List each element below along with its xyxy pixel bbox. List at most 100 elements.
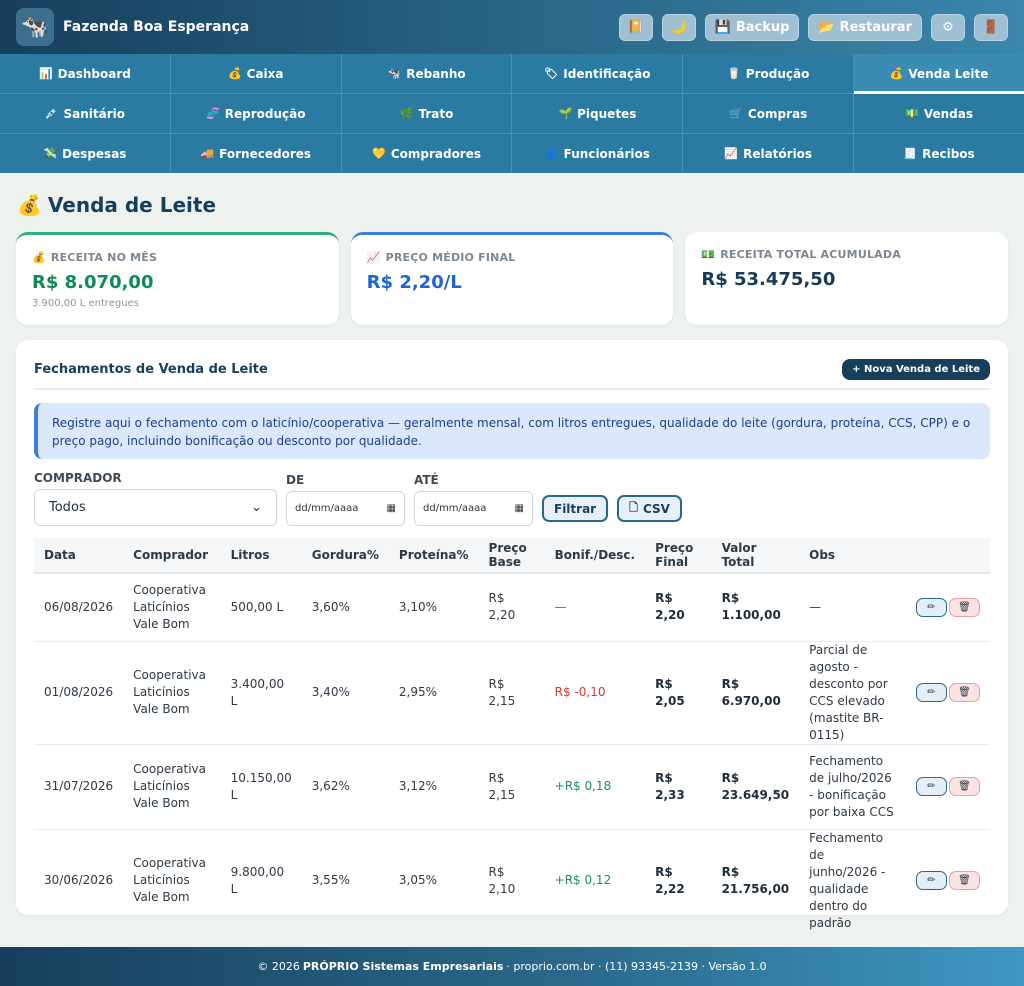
cell-buyer: Cooperativa Laticínios Vale Bom <box>133 668 207 716</box>
notebook-button[interactable]: 📔 <box>618 13 653 41</box>
date-from-filter: DE dd/mm/aaaa ▦ <box>286 473 405 526</box>
cell-bonus: — <box>554 599 567 614</box>
nav-label: Relatórios <box>743 146 813 161</box>
nav-item-despesas[interactable]: 💸 Despesas <box>0 134 171 173</box>
tag-icon: 🏷 <box>544 67 559 80</box>
nav-item-recibos[interactable]: 🧾 Recibos <box>854 134 1024 173</box>
nav-label: Sanitário <box>63 106 126 121</box>
calendar-icon[interactable]: ▦ <box>515 503 524 514</box>
nav-item-caixa[interactable]: 💰 Caixa <box>171 54 342 93</box>
edit-button[interactable]: ✏ <box>915 871 947 890</box>
cell-fat: 3,62% <box>311 779 350 793</box>
nav-item-compradores[interactable]: 💛 Compradores <box>342 134 513 173</box>
pencil-icon: ✏ <box>927 875 936 886</box>
cell-notes: Fechamento de julho/2026 - bonificação p… <box>809 753 894 819</box>
cell-actions: ✏ 🗑 <box>904 641 990 744</box>
nav-item-relatorios[interactable]: 📈 Relatórios <box>683 134 855 173</box>
cell-base-price: R$ 2,20 <box>488 591 516 623</box>
nav-item-trato[interactable]: 🌿 Trato <box>342 94 513 133</box>
table-header-row: Data Comprador Litros Gordura% Proteína%… <box>34 538 990 573</box>
cell-base-price: R$ 2,15 <box>488 676 516 708</box>
cell-actions: ✏ 🗑 <box>904 744 990 829</box>
calendar-icon[interactable]: ▦ <box>387 503 396 514</box>
footer-contact: · proprio.com.br · (11) 93345-2139 · Ver… <box>506 960 767 973</box>
nav-item-fornecedores[interactable]: 🚚 Fornecedores <box>171 134 342 173</box>
nav-item-compras[interactable]: 🛒 Compras <box>683 94 855 133</box>
cell-protein: 3,05% <box>398 873 438 887</box>
person-icon: 👤 <box>544 147 559 160</box>
edit-button[interactable]: ✏ <box>915 777 947 796</box>
pencil-icon: ✏ <box>927 781 936 792</box>
cell-final-price: R$ 2,33 <box>655 770 685 802</box>
sales-panel: Fechamentos de Venda de Leite + Nova Ven… <box>16 340 1008 932</box>
date-to-filter: ATÉ dd/mm/aaaa ▦ <box>414 473 533 526</box>
filter-button[interactable]: Filtrar <box>542 495 609 522</box>
csv-export-button[interactable]: 🗋 CSV <box>617 495 682 522</box>
table-row: 01/08/2026 Cooperativa Laticínios Vale B… <box>34 641 990 744</box>
buyer-select[interactable]: Todos ⌄ <box>34 489 277 526</box>
banknote-icon: 💵 <box>905 107 919 120</box>
stat-label: 💵 RECEITA TOTAL ACUMULADA <box>701 248 992 261</box>
restore-label: Restaurar <box>839 19 912 35</box>
new-milk-sale-button[interactable]: + Nova Venda de Leite <box>842 358 990 380</box>
cell-actions: ✏ 🗑 <box>904 829 990 932</box>
nav-row: 💸 Despesas 🚚 Fornecedores 💛 Compradores 👤 Fu… <box>0 134 1024 173</box>
nav-label: Caixa <box>246 66 284 81</box>
money-bag-icon: 💰 <box>227 67 242 80</box>
pencil-icon: ✏ <box>927 687 936 698</box>
page-title: 💰 Venda de Leite <box>17 193 216 217</box>
table-row: 06/08/2026 Cooperativa Laticínios Vale B… <box>34 573 990 641</box>
edit-button[interactable]: ✏ <box>915 597 947 617</box>
date-to-input[interactable]: dd/mm/aaaa ▦ <box>414 491 533 526</box>
nav-label: Piquetes <box>577 106 637 121</box>
cell-buyer: Cooperativa Laticínios Vale Bom <box>133 856 207 904</box>
nav-item-identificacao[interactable]: 🏷 Identificação <box>512 54 684 93</box>
cell-buyer: Cooperativa Laticínios Vale Bom <box>133 762 207 810</box>
nav-label: Venda Leite <box>908 66 989 81</box>
table-row: 31/07/2026 Cooperativa Laticínios Vale B… <box>34 744 990 829</box>
cell-protein: 2,95% <box>398 685 438 699</box>
truck-icon: 🚚 <box>200 147 215 160</box>
nav-row: 💉 Sanitário 🧬 Reprodução 🌿 Trato 🌱 Piquetes … <box>0 94 1024 134</box>
nav-item-vendas[interactable]: 💵 Vendas <box>854 94 1024 133</box>
nav-item-venda-leite[interactable]: 💰 Venda Leite <box>854 54 1024 94</box>
delete-button[interactable]: 🗑 <box>948 871 980 890</box>
restore-button[interactable]: 📂 Restaurar <box>808 13 922 41</box>
settings-button[interactable]: ⚙ <box>931 13 965 41</box>
date-from-input[interactable]: dd/mm/aaaa ▦ <box>286 491 405 526</box>
col-header: Obs <box>809 548 836 562</box>
gear-icon: ⚙ <box>942 19 954 35</box>
dark-mode-button[interactable]: 🌙 <box>661 13 696 41</box>
cell-final-price: R$ 2,20 <box>655 591 685 623</box>
cell-bonus: R$ -0,10 <box>554 685 606 699</box>
nav-label: Identificação <box>563 66 651 81</box>
delete-button[interactable]: 🗑 <box>948 683 980 702</box>
main-nav: 📊 Dashboard 💰 Caixa 🐄 Rebanho 🏷 Identificaçã… <box>0 54 1024 173</box>
backup-button[interactable]: 💾 Backup <box>704 13 800 41</box>
edit-button[interactable]: ✏ <box>915 683 947 702</box>
heart-icon: 💛 <box>372 147 386 160</box>
col-header: Proteína% <box>398 548 469 562</box>
nav-item-sanitario[interactable]: 💉 Sanitário <box>0 94 171 133</box>
nav-item-piquetes[interactable]: 🌱 Piquetes <box>512 94 684 133</box>
col-header-actions <box>904 538 990 573</box>
date-from-label: DE <box>286 473 305 487</box>
nav-item-producao[interactable]: 🥛 Produção <box>683 54 855 93</box>
nav-item-reproducao[interactable]: 🧬 Reprodução <box>171 94 342 133</box>
cell-liters: 3.400,00 L <box>230 676 285 708</box>
nav-item-funcionarios[interactable]: 👤 Funcionários <box>512 134 684 173</box>
delete-button[interactable]: 🗑 <box>948 597 980 617</box>
buyer-filter-label: COMPRADOR <box>34 471 122 485</box>
nav-label: Fornecedores <box>219 146 312 161</box>
moon-icon: 🌙 <box>670 19 687 35</box>
banknote-icon: 💵 <box>701 248 716 261</box>
nav-item-dashboard[interactable]: 📊 Dashboard <box>0 54 171 93</box>
sales-table: Data Comprador Litros Gordura% Proteína%… <box>34 538 990 933</box>
nav-item-rebanho[interactable]: 🐄 Rebanho <box>342 54 513 93</box>
chevron-down-icon: ⌄ <box>251 500 262 515</box>
delete-button[interactable]: 🗑 <box>948 777 980 796</box>
cell-total-value: R$ 23.649,50 <box>721 770 790 802</box>
logout-button[interactable]: 🚪 <box>974 13 1008 41</box>
cell-notes: Fechamento de junho/2026 - qualidade den… <box>809 830 886 930</box>
stat-card-average-price: 📈 PREÇO MÉDIO FINAL R$ 2,20/L <box>350 232 674 325</box>
